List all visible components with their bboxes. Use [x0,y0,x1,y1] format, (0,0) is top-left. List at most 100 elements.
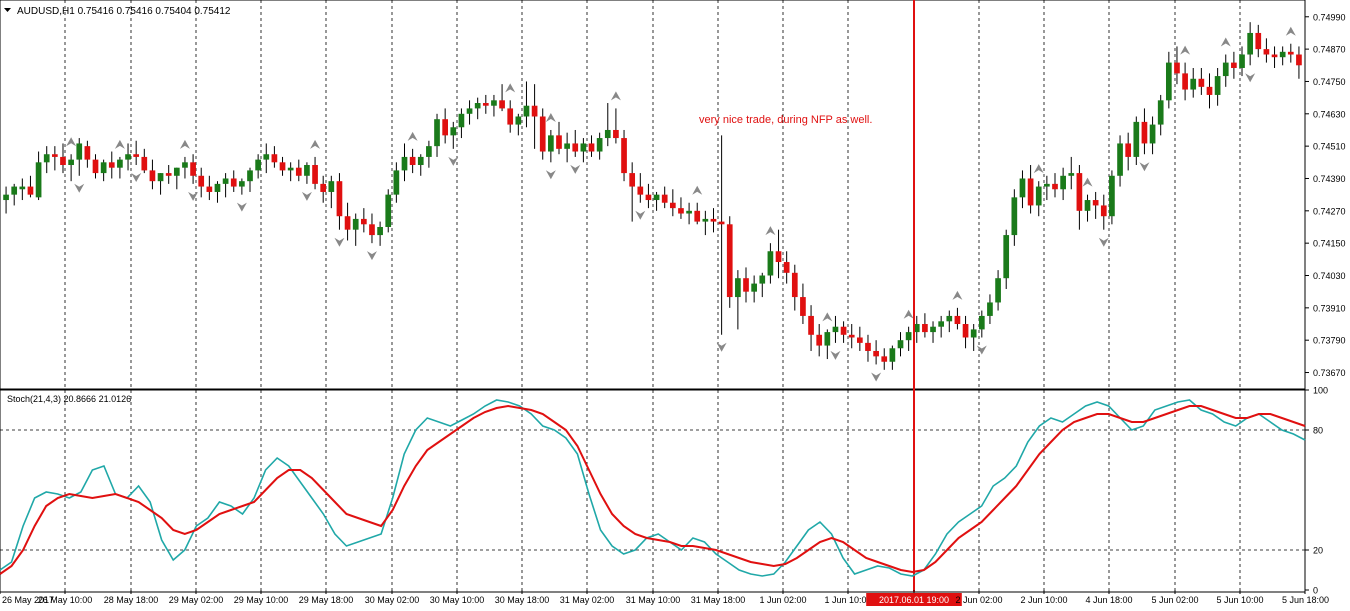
bull-candle [889,348,896,362]
bear-candle [881,356,888,362]
price-panel-background [0,0,1350,611]
stoch-axis-label: 100 [1313,386,1328,396]
bear-candle [1052,183,1058,190]
bear-candle [637,186,644,195]
bear-candle [954,315,961,325]
bull-candle [905,332,912,341]
bull-candle [1011,197,1018,236]
bull-candle [686,210,692,214]
bull-candle [832,326,839,333]
bull-candle [214,183,221,192]
bear-candle [588,143,595,152]
bear-candle [1206,86,1213,95]
bull-candle [548,135,554,152]
bear-candle [718,221,725,225]
time-marker-label: 2017.06.01 19:00 [879,595,949,605]
price-axis-label: 0.74630 [1313,109,1346,119]
bull-candle [117,159,123,168]
bull-candle [1117,143,1123,176]
bear-candle [369,224,375,236]
bear-candle [165,173,172,176]
bear-candle [206,186,213,192]
bull-candle [1035,186,1042,206]
bear-candle [320,183,327,192]
time-axis-label: 4 Jun 18:00 [1085,595,1132,605]
bull-candle [393,170,400,195]
bull-candle [946,315,953,322]
bear-candle [775,251,782,263]
bull-candle [1019,178,1026,198]
bear-candle [1092,200,1099,206]
bull-candle [1165,62,1172,101]
bear-candle [1287,51,1294,55]
bear-candle [1231,62,1237,68]
bear-candle [27,186,34,195]
bull-candle [3,194,9,201]
bear-candle [409,156,416,166]
bear-candle [694,210,701,222]
bull-candle [759,275,766,284]
stoch-axis-label: 0 [1313,586,1318,596]
bull-candle [735,278,741,298]
time-axis-label: 2 Jun 02:00 [955,595,1002,605]
bear-candle [336,181,343,217]
bear-candle [840,326,847,335]
bear-candle [499,100,505,109]
bull-candle [824,332,831,346]
bear-candle [92,159,99,174]
bear-candle [312,165,318,184]
bull-candle [938,321,945,327]
bear-candle [873,350,879,357]
bull-candle [653,194,660,201]
bear-candle [230,178,237,187]
price-axis-label: 0.74390 [1313,174,1346,184]
bull-candle [751,283,757,292]
time-axis-label: 5 Jun 02:00 [1151,595,1198,605]
bear-candle [669,202,676,209]
bear-candle [108,162,115,168]
time-axis-label: 28 May 18:00 [104,595,159,605]
bull-candle [515,116,522,125]
bear-candle [661,194,668,203]
bear-candle [1296,54,1302,66]
bear-candle [149,170,156,182]
bull-candle [43,154,50,163]
bull-candle [1247,32,1253,55]
bear-candle [1027,178,1034,206]
bear-candle [678,208,684,214]
bull-candle [1279,51,1286,58]
bull-candle [239,181,245,187]
bear-candle [141,156,148,171]
bear-candle [783,262,790,273]
time-axis-label: 31 May 10:00 [626,595,681,605]
bear-candle [271,154,278,163]
bear-candle [1076,173,1083,211]
bull-candle [1003,235,1010,279]
bear-candle [1100,205,1107,217]
bear-candle [52,154,58,157]
bull-candle [377,226,383,236]
bear-candle [572,143,579,152]
bear-candle [1255,32,1262,50]
price-axis-label: 0.73670 [1313,368,1346,378]
time-axis-label: 31 May 02:00 [560,595,615,605]
bull-candle [1109,175,1115,217]
chart-root: 0.74990 0.74870 0.74750 0.74630 0.74510 0.743… [0,0,1350,611]
bear-candle [344,216,351,230]
bear-candle [865,342,871,351]
bear-candle [1141,121,1148,144]
bull-candle [995,278,1001,303]
bull-candle [1214,76,1221,95]
price-axis-label: 0.74750 [1313,77,1346,87]
stoch-axis-label: 20 [1313,546,1323,556]
bull-candle [11,186,18,195]
time-axis-label: 1 Jun 02:00 [759,595,806,605]
bear-candle [857,337,863,343]
bull-candle [596,138,603,152]
bull-candle [68,159,74,166]
price-axis-label: 0.74870 [1313,45,1346,55]
bull-candle [1133,121,1140,157]
bull-candle [35,162,42,198]
bull-candle [173,167,180,176]
bull-candle [352,218,359,230]
